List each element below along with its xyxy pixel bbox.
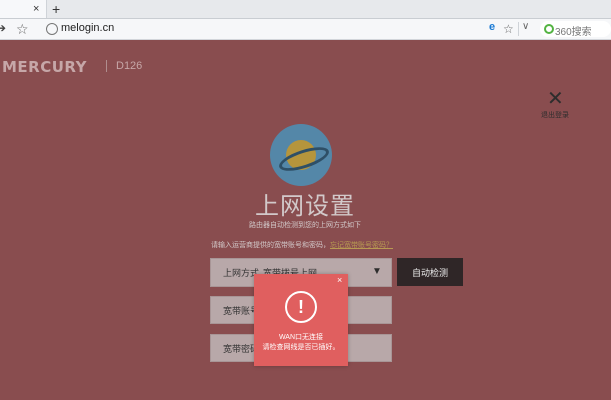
site-info-icon[interactable]: [46, 23, 58, 35]
account-hint: 请输入运营商提供的宽带账号和密码，忘记宽带账号密码？: [211, 240, 393, 250]
favorite-star-icon[interactable]: ☆: [503, 19, 514, 39]
logo-divider: [106, 60, 107, 72]
hint-text: 请输入运营商提供的宽带账号和密码，: [211, 242, 330, 249]
back-arrow-icon[interactable]: ➔: [0, 21, 6, 35]
warning-glyph: !: [298, 297, 304, 317]
brand-logo: MERCURY: [2, 58, 88, 76]
logout-label: 退出登录: [541, 112, 569, 119]
model-name: D126: [116, 60, 143, 72]
new-tab-button[interactable]: +: [52, 0, 60, 18]
toolbar-divider: [518, 22, 519, 36]
close-tab-icon[interactable]: ×: [33, 2, 39, 16]
chevron-down-icon[interactable]: ∨: [522, 21, 529, 32]
logout-button[interactable]: ✕ 退出登录: [540, 88, 574, 120]
page-subtitle: 路由器自动检测到您的上网方式如下: [249, 222, 361, 229]
error-alert: × ! WAN口无连接 请检查网线是否已插好。: [254, 274, 348, 366]
ie-compat-icon[interactable]: e: [489, 21, 495, 33]
auto-detect-label: 自动检测: [411, 268, 448, 278]
auto-detect-button[interactable]: 自动检测: [397, 258, 463, 286]
bookmark-star-icon[interactable]: ☆: [16, 19, 29, 39]
alert-close-icon[interactable]: ×: [337, 275, 342, 285]
alert-message: 请检查网线是否已插好。: [262, 344, 340, 351]
dropdown-arrow-icon: ▼: [372, 266, 382, 277]
planet-icon: [270, 124, 332, 186]
alert-title: WAN口无连接: [278, 334, 324, 341]
address-toolbar: ➔ ☆ melogin.cn e ☆ ∨ 360搜索: [0, 19, 611, 40]
forgot-account-link[interactable]: 忘记宽带账号密码？: [330, 242, 393, 249]
close-icon: ✕: [547, 88, 564, 110]
url-field[interactable]: melogin.cn: [61, 22, 114, 34]
page-title: 上网设置: [255, 193, 355, 220]
warning-icon: !: [285, 291, 317, 323]
search-placeholder: 360搜索: [555, 27, 592, 38]
tab-bar: × +: [0, 0, 611, 19]
search-engine-icon: [544, 24, 554, 34]
browser-tab[interactable]: ×: [0, 0, 47, 18]
